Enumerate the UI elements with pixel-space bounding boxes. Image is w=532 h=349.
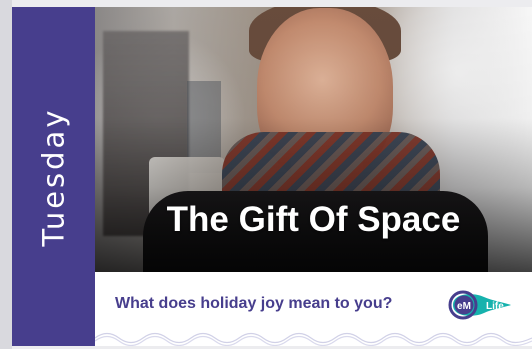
caption-panel: What does holiday joy mean to you? eM Li…	[95, 272, 532, 346]
em-life-logo-icon: eM Life	[448, 290, 511, 320]
card-title: The Gift Of Space	[166, 200, 461, 239]
top-gap	[95, 0, 532, 7]
day-sidebar: Tuesday	[12, 7, 95, 346]
logo-em-text: eM	[457, 301, 471, 312]
decorative-waves	[95, 332, 532, 346]
logo-life-text: Life	[486, 301, 504, 312]
daily-card: Tuesday The Gift Of Space What does holi…	[0, 0, 532, 349]
holiday-question: What does holiday joy mean to you?	[115, 295, 393, 312]
day-label: Tuesday	[36, 107, 71, 246]
left-margin-strip	[0, 0, 12, 349]
hero-photo: The Gift Of Space	[95, 7, 532, 272]
